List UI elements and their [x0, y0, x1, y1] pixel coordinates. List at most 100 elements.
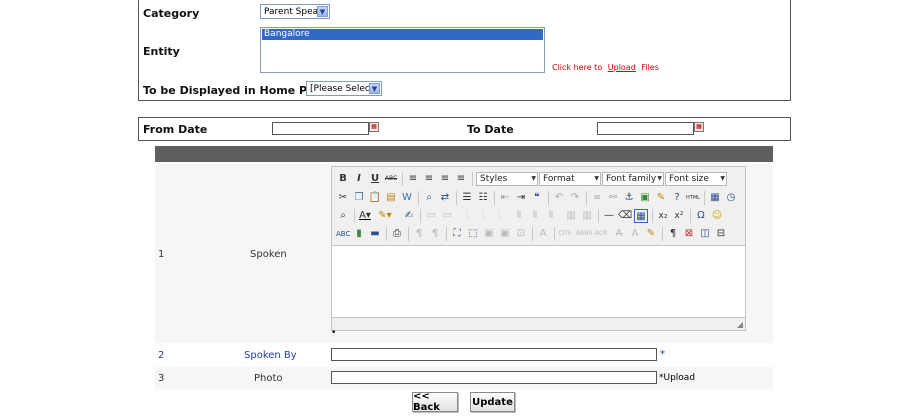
abbr-icon[interactable]: ABBR — [576, 227, 593, 241]
upload-suffix: Files — [641, 63, 659, 72]
eraser-icon[interactable]: ⌫ — [618, 209, 632, 223]
replace-icon[interactable]: ⇄ — [438, 191, 452, 205]
redo-icon[interactable]: ↷ — [568, 191, 582, 205]
home-page-select[interactable]: [Please Select] ▼ — [306, 81, 382, 96]
paste-text-icon[interactable]: ▤ — [384, 191, 398, 205]
html-icon[interactable]: HTML — [686, 191, 700, 205]
split-cells-icon[interactable]: ▥ — [564, 209, 578, 223]
move-backward-icon[interactable]: ▣ — [498, 227, 512, 241]
anchor-icon[interactable]: ⚓ — [622, 191, 636, 205]
cut-icon[interactable]: ✂ — [336, 191, 350, 205]
edit-style-icon[interactable]: ✍ — [402, 209, 416, 223]
superscript-icon[interactable]: x² — [672, 209, 686, 223]
print-icon[interactable]: ⎙ — [390, 227, 404, 241]
back-button[interactable]: << Back — [412, 391, 458, 413]
template-icon[interactable]: ◫ — [698, 227, 712, 241]
emoticon-icon[interactable]: ☺ — [710, 209, 724, 223]
update-button[interactable]: Update — [470, 392, 515, 412]
delete-col-icon[interactable]: ⫴ — [544, 209, 558, 223]
acronym-icon[interactable]: ACR — [594, 227, 608, 241]
calendar-icon[interactable]: ▦ — [369, 122, 379, 132]
spellcheck-icon[interactable]: ABC — [336, 227, 350, 241]
upload-hint: Click here to Upload Files — [552, 63, 659, 72]
font-size-dropdown[interactable]: Font size ▼ — [665, 172, 727, 186]
align-center-icon[interactable]: ≡ — [422, 172, 436, 186]
absolute-icon[interactable]: ⊡ — [514, 227, 528, 241]
align-left-icon[interactable]: ≡ — [406, 172, 420, 186]
horizontal-rule-icon[interactable]: — — [602, 209, 616, 223]
paste-icon[interactable]: 📋 — [368, 191, 382, 205]
table-cell-props-icon[interactable]: ▭ — [440, 209, 454, 223]
styles-dropdown[interactable]: Styles ▼ — [476, 172, 538, 186]
rtl-icon[interactable]: ¶ — [428, 227, 442, 241]
insert-layer-icon[interactable]: ⬚ — [466, 227, 480, 241]
unlink-icon[interactable]: ⚯ — [606, 191, 620, 205]
delete-row-icon[interactable]: ⫶ — [492, 209, 506, 223]
copy-icon[interactable]: ❐ — [352, 191, 366, 205]
numbered-list-icon[interactable]: ☷ — [476, 191, 490, 205]
insert-time-icon[interactable]: ◷ — [724, 191, 738, 205]
fullscreen-icon[interactable]: ⛶ — [450, 227, 464, 241]
special-char-icon[interactable]: Ω — [694, 209, 708, 223]
ins-icon[interactable]: A — [628, 227, 642, 241]
blockquote-icon[interactable]: ❝ — [530, 191, 544, 205]
move-forward-icon[interactable]: ▣ — [482, 227, 496, 241]
resize-handle-icon[interactable]: ◢ — [737, 320, 743, 329]
italic-icon[interactable]: I — [352, 172, 366, 186]
chevron-down-icon: ▼ — [594, 175, 599, 182]
bold-icon[interactable]: B — [336, 172, 350, 186]
outdent-icon[interactable]: ⇤ — [498, 191, 512, 205]
font-size-label: Font size — [669, 174, 709, 184]
pagebreak-icon[interactable]: ▬ — [368, 227, 382, 241]
insert-col-after-icon[interactable]: ⫴ — [528, 209, 542, 223]
find-icon[interactable]: ⌕ — [422, 191, 436, 205]
table-row-props-icon[interactable]: ▭ — [424, 209, 438, 223]
highlight-color-icon[interactable]: ✎▾ — [378, 209, 392, 223]
del-icon[interactable]: A — [612, 227, 626, 241]
chevron-down-icon: ▼ — [531, 175, 536, 182]
cite-icon[interactable]: CITE — [558, 227, 572, 241]
style-props-icon[interactable]: A — [536, 227, 550, 241]
insert-date-icon[interactable]: ▦ — [708, 191, 722, 205]
subscript-icon[interactable]: x₂ — [656, 209, 670, 223]
preview-icon[interactable]: ⌕ — [336, 209, 350, 223]
photo-upload-link[interactable]: Upload — [664, 373, 696, 383]
visual-chars-icon[interactable]: ¶ — [666, 227, 680, 241]
upload-link[interactable]: Upload — [608, 63, 636, 72]
category-select[interactable]: Parent Speak ▼ — [260, 4, 330, 19]
entity-listbox[interactable]: Bangalore — [260, 27, 545, 73]
cleanup-icon[interactable]: ✎ — [654, 191, 668, 205]
calendar-icon[interactable]: ▦ — [694, 122, 704, 132]
ltr-icon[interactable]: ¶ — [412, 227, 426, 241]
strikethrough-icon[interactable]: ABC — [384, 172, 398, 186]
underline-icon[interactable]: U — [368, 172, 382, 186]
row-label: Spoken — [250, 249, 287, 260]
paste-word-icon[interactable]: W — [400, 191, 414, 205]
nonbreaking-icon[interactable]: ⊠ — [682, 227, 696, 241]
format-dropdown[interactable]: Format ▼ — [539, 172, 601, 186]
align-justify-icon[interactable]: ≡ — [454, 172, 468, 186]
table-icon[interactable]: ▦ — [634, 209, 648, 223]
align-right-icon[interactable]: ≡ — [438, 172, 452, 186]
from-date-input[interactable] — [272, 122, 369, 135]
undo-icon[interactable]: ↶ — [552, 191, 566, 205]
link-icon[interactable]: ∞ — [590, 191, 604, 205]
help-icon[interactable]: ? — [670, 191, 684, 205]
font-color-icon[interactable]: A▾ — [358, 209, 372, 223]
bullet-list-icon[interactable]: ☰ — [460, 191, 474, 205]
indent-icon[interactable]: ⇥ — [514, 191, 528, 205]
entity-option-selected[interactable]: Bangalore — [262, 29, 543, 40]
font-family-dropdown[interactable]: Font family ▼ — [602, 172, 664, 186]
attribs-icon[interactable]: ✎ — [644, 227, 658, 241]
merge-cells-icon[interactable]: ▥ — [580, 209, 594, 223]
media-icon[interactable]: ▮ — [352, 227, 366, 241]
insert-col-before-icon[interactable]: ⫴ — [512, 209, 526, 223]
insert-row-after-icon[interactable]: ⫶ — [476, 209, 490, 223]
insert-row-before-icon[interactable]: ⫶ — [460, 209, 474, 223]
editor-content-area[interactable] — [332, 245, 745, 318]
image-icon[interactable]: ▣ — [638, 191, 652, 205]
to-date-input[interactable] — [597, 122, 694, 135]
photo-input[interactable] — [331, 371, 657, 384]
pagebreak-insert-icon[interactable]: ⊟ — [714, 227, 728, 241]
spoken-by-input[interactable] — [331, 348, 657, 361]
